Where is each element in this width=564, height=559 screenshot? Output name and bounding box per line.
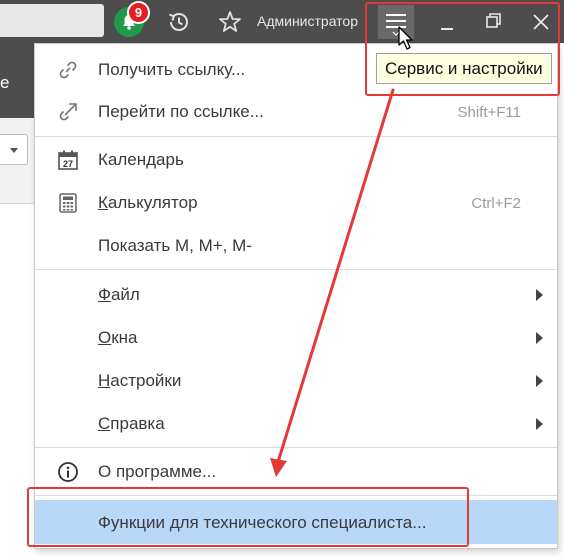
mouse-cursor-icon (398, 26, 413, 50)
annotation-arrow (270, 88, 395, 477)
